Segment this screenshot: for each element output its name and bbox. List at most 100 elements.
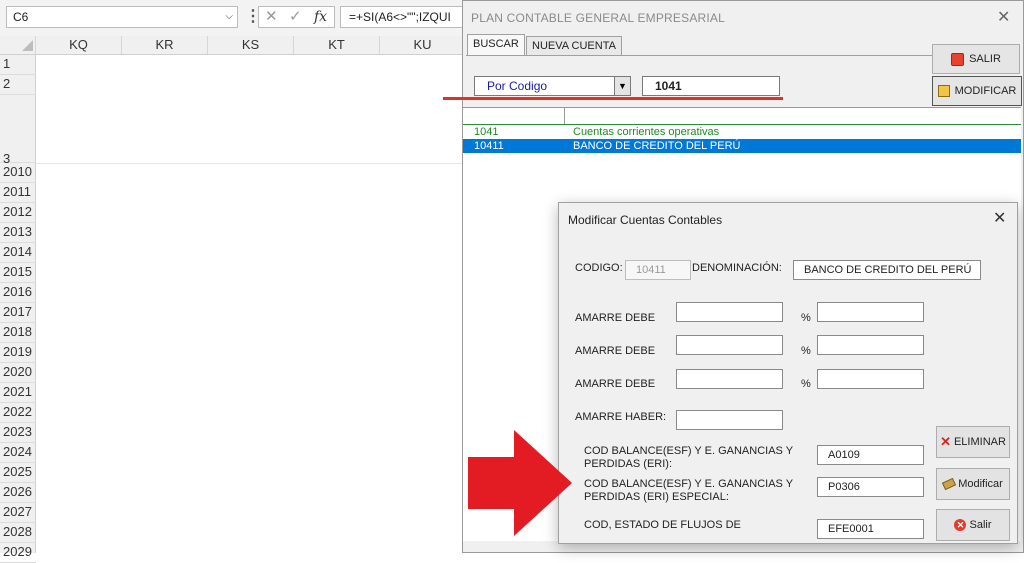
row-header[interactable]: 2021 <box>0 383 36 403</box>
amarre-debe-label: AMARRE DEBE <box>575 345 656 357</box>
function-icon[interactable]: fx <box>314 7 327 27</box>
row-header[interactable]: 2015 <box>0 263 36 283</box>
row-header[interactable]: 2020 <box>0 363 36 383</box>
row-header[interactable]: 2 <box>0 75 36 95</box>
confirm-icon[interactable]: ✓ <box>289 7 302 27</box>
cod-balance-especial-label: COD BALANCE(ESF) Y E. GANANCIAS Y PERDID… <box>584 478 793 503</box>
close-icon[interactable]: ✕ <box>993 208 1006 228</box>
amarre-debe-field-1[interactable] <box>676 302 783 322</box>
list-item-code: 1041 <box>474 126 499 138</box>
column-header[interactable]: KR <box>122 36 208 54</box>
cod-flujos-field[interactable]: EFE0001 <box>817 519 924 539</box>
corner-triangle-icon <box>22 40 33 51</box>
window-title: PLAN CONTABLE GENERAL EMPRESARIAL <box>471 11 726 25</box>
column-header[interactable]: KQ <box>36 36 122 54</box>
row-header[interactable]: 2011 <box>0 183 36 203</box>
modificar-dialog-button[interactable]: Modificar <box>936 468 1010 500</box>
row-header[interactable]: 2018 <box>0 323 36 343</box>
tab-divider <box>466 55 933 56</box>
search-mode-value: Por Codigo <box>487 79 548 93</box>
amarre-debe-percent-2[interactable] <box>817 335 924 355</box>
eliminar-button[interactable]: ✕ ELIMINAR <box>936 426 1010 458</box>
amarre-debe-percent-3[interactable] <box>817 369 924 389</box>
edit-icon <box>937 85 950 97</box>
amarre-debe-label: AMARRE DEBE <box>575 378 656 390</box>
percent-label: % <box>801 378 811 390</box>
dropdown-arrow-icon[interactable]: ▼ <box>614 77 630 95</box>
amarre-debe-field-2[interactable] <box>676 335 783 355</box>
column-header[interactable]: KT <box>294 36 380 54</box>
percent-label: % <box>801 312 811 324</box>
row-header[interactable]: 2023 <box>0 423 36 443</box>
modificar-dialog-label: Modificar <box>958 478 1003 490</box>
cod-balance-label: COD BALANCE(ESF) Y E. GANANCIAS Y PERDID… <box>584 445 793 470</box>
cancel-icon[interactable]: ✕ <box>265 7 278 27</box>
modificar-button[interactable]: MODIFICAR <box>932 76 1022 106</box>
name-box-value: C6 <box>13 10 29 24</box>
list-header <box>463 108 1021 125</box>
row-header[interactable]: 2017 <box>0 303 36 323</box>
search-mode-select[interactable]: Por Codigo ▼ <box>474 76 631 96</box>
list-item-name: BANCO DE CREDITO DEL PERÚ <box>573 140 741 152</box>
annotation-arrow-icon <box>468 430 572 536</box>
row-headers: 1 2 3 2010 2011 2012 2013 2014 2015 2016 2017 2018 2… <box>0 55 36 563</box>
denominacion-field[interactable]: BANCO DE CREDITO DEL PERÚ <box>793 260 981 280</box>
salir-dialog-label: Salir <box>969 519 992 531</box>
row-header[interactable]: 2019 <box>0 343 36 363</box>
amarre-debe-percent-1[interactable] <box>817 302 924 322</box>
row-header[interactable]: 2027 <box>0 503 36 523</box>
row-divider <box>36 163 462 164</box>
modificar-label: MODIFICAR <box>954 85 1017 97</box>
amarre-debe-label: AMARRE DEBE <box>575 312 656 324</box>
row-header[interactable]: 2025 <box>0 463 36 483</box>
tab-buscar[interactable]: BUSCAR <box>467 34 525 56</box>
amarre-debe-field-3[interactable] <box>676 369 783 389</box>
cod-balance-especial-field[interactable]: P0306 <box>817 477 924 497</box>
salir-label: SALIR <box>969 53 1001 65</box>
select-all-corner[interactable] <box>0 36 36 54</box>
codigo-field: 10411 <box>625 260 691 280</box>
row-header[interactable]: 2026 <box>0 483 36 503</box>
percent-label: % <box>801 345 811 357</box>
amarre-haber-field[interactable] <box>676 410 783 430</box>
modificar-cuentas-dialog: Modificar Cuentas Contables ✕ CODIGO: 10… <box>558 202 1018 544</box>
row-header[interactable]: 2022 <box>0 403 36 423</box>
delete-icon: ✕ <box>940 434 951 449</box>
stop-icon: ✕ <box>954 519 967 531</box>
formula-input[interactable]: =+SI(A6<>"";IZQUI <box>340 6 470 28</box>
codigo-label: CODIGO: <box>575 262 623 274</box>
list-item-code: 10411 <box>474 140 504 152</box>
salir-dialog-button[interactable]: ✕ Salir <box>936 509 1010 541</box>
row-header[interactable]: 2010 <box>0 163 36 183</box>
row-header[interactable]: 2016 <box>0 283 36 303</box>
row-header[interactable]: 2024 <box>0 443 36 463</box>
search-code-input[interactable]: 1041 <box>642 76 780 96</box>
column-header[interactable]: KU <box>380 36 466 54</box>
amarre-haber-label: AMARRE HABER: <box>575 411 667 423</box>
denominacion-label: DENOMINACIÓN: <box>692 262 782 274</box>
pencil-icon <box>942 477 957 491</box>
row-header[interactable]: 3 <box>0 95 36 166</box>
salir-button[interactable]: SALIR <box>932 44 1020 74</box>
row-header[interactable]: 2029 <box>0 543 36 563</box>
row-header[interactable]: 2012 <box>0 203 36 223</box>
name-box[interactable]: C6 ⌵ <box>6 6 238 28</box>
cod-flujos-label: COD, ESTADO DE FLUJOS DE <box>584 519 741 531</box>
column-header[interactable]: KS <box>208 36 294 54</box>
list-item-name: Cuentas corrientes operativas <box>573 126 720 138</box>
annotation-underline <box>443 97 783 100</box>
tab-nueva-cuenta[interactable]: NUEVA CUENTA <box>526 36 622 56</box>
row-header[interactable]: 2028 <box>0 523 36 543</box>
row-header[interactable]: 2014 <box>0 243 36 263</box>
eliminar-label: ELIMINAR <box>953 436 1006 448</box>
list-item-selected[interactable]: 10411 BANCO DE CREDITO DEL PERÚ <box>463 139 1021 153</box>
close-icon[interactable]: ✕ <box>997 7 1010 27</box>
list-item[interactable]: 1041 Cuentas corrientes operativas <box>463 125 1021 139</box>
cod-balance-field[interactable]: A0109 <box>817 445 924 465</box>
dialog-title: Modificar Cuentas Contables <box>568 213 723 227</box>
column-headers: KQ KR KS KT KU <box>0 36 466 55</box>
exit-icon <box>951 52 965 66</box>
chevron-down-icon[interactable]: ⌵ <box>225 7 233 27</box>
row-header[interactable]: 2013 <box>0 223 36 243</box>
row-header[interactable]: 1 <box>0 55 36 75</box>
